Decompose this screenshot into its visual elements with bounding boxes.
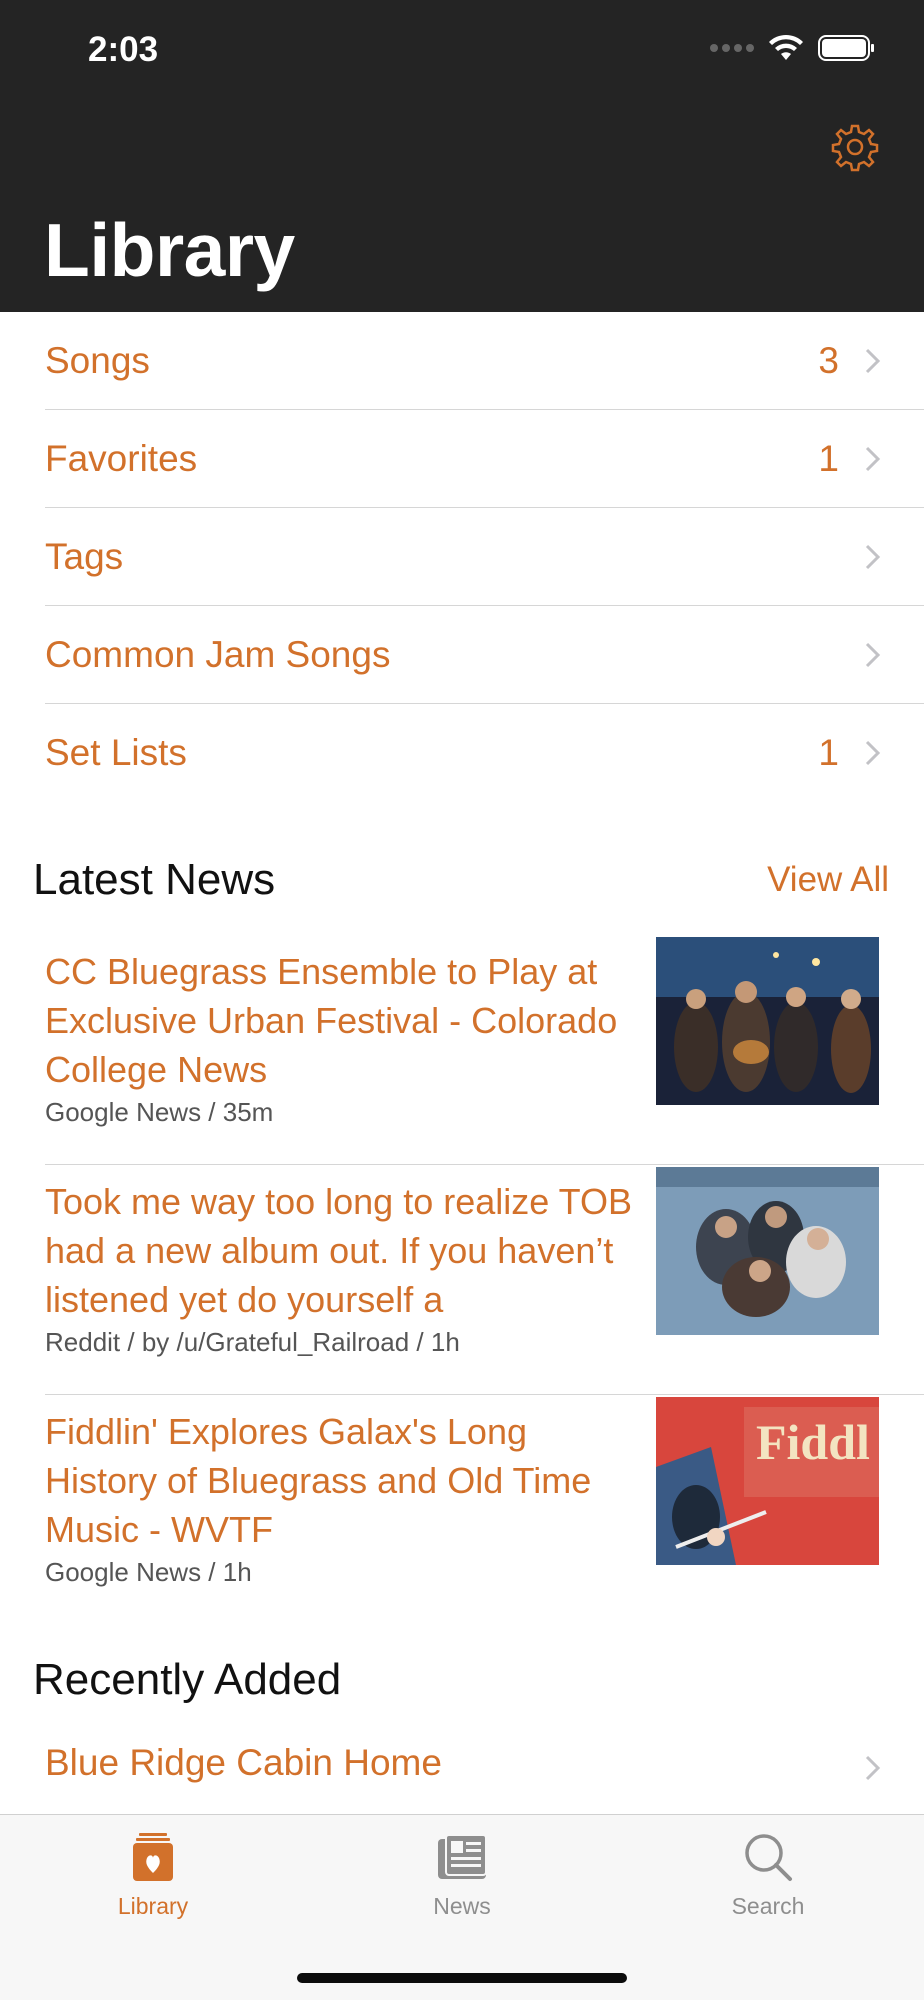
news-thumbnail (656, 1167, 879, 1335)
news-thumbnail: Fiddl (656, 1397, 879, 1565)
news-icon (438, 1834, 487, 1879)
recently-added-item[interactable]: Blue Ridge Cabin Home (0, 1720, 924, 1815)
search-icon (745, 1834, 792, 1881)
news-title: Took me way too long to realize TOB had … (45, 1181, 632, 1320)
news-title: CC Bluegrass Ensemble to Play at Exclusi… (45, 951, 618, 1090)
library-item-count: 1 (818, 732, 839, 773)
cellular-signal-icon (710, 44, 754, 52)
news-item[interactable]: Took me way too long to realize TOB had … (0, 1165, 924, 1395)
tab-label: Search (731, 1893, 805, 1919)
recently-added-label: Blue Ridge Cabin Home (45, 1742, 442, 1783)
status-time: 2:03 (88, 30, 159, 69)
news-item[interactable]: CC Bluegrass Ensemble to Play at Exclusi… (0, 935, 924, 1165)
news-thumbnail (656, 937, 879, 1105)
news-meta: Google News / 1h (45, 1557, 252, 1587)
chevron-right-icon (865, 348, 881, 374)
status-icons (710, 34, 876, 62)
library-item-label: Set Lists (45, 732, 187, 773)
home-indicator[interactable] (297, 1973, 627, 1983)
news-title: Fiddlin' Explores Galax's Long History o… (45, 1411, 592, 1550)
library-item-label: Common Jam Songs (45, 634, 391, 675)
library-item-songs[interactable]: Songs 3 (0, 312, 924, 410)
view-all-link[interactable]: View All (767, 860, 889, 900)
chevron-right-icon (865, 446, 881, 472)
tab-label: News (433, 1893, 491, 1919)
recently-added-heading: Recently Added (33, 1655, 342, 1704)
tab-library[interactable]: Library (53, 1815, 253, 1935)
library-item-common-jam-songs[interactable]: Common Jam Songs (0, 606, 924, 704)
page-title: Library (44, 208, 295, 292)
news-item[interactable]: Fiddlin' Explores Galax's Long History o… (0, 1395, 924, 1625)
gear-icon[interactable] (830, 122, 880, 172)
latest-news-heading: Latest News (33, 855, 276, 904)
library-item-label: Favorites (45, 438, 198, 479)
tab-label: Library (117, 1893, 189, 1919)
library-item-count: 1 (818, 438, 839, 479)
library-item-label: Songs (45, 340, 150, 381)
battery-icon (818, 35, 874, 61)
library-item-count: 3 (818, 340, 839, 381)
chevron-right-icon (865, 1755, 881, 1781)
svg-text:Fiddl: Fiddl (756, 1414, 870, 1470)
chevron-right-icon (865, 642, 881, 668)
library-item-favorites[interactable]: Favorites 1 (0, 410, 924, 508)
tab-search[interactable]: Search (668, 1815, 868, 1935)
news-meta: Google News / 35m (45, 1097, 274, 1127)
library-item-set-lists[interactable]: Set Lists 1 (0, 704, 924, 802)
library-icon (133, 1833, 173, 1881)
tab-news[interactable]: News (362, 1815, 562, 1935)
library-item-label: Tags (45, 536, 124, 577)
news-meta: Reddit / by /u/Grateful_Railroad / 1h (45, 1327, 460, 1357)
wifi-icon (769, 34, 803, 60)
library-item-tags[interactable]: Tags (0, 508, 924, 606)
library-list: Songs 3 Favorites 1 Tags Common Jam Song… (0, 312, 924, 802)
chevron-right-icon (865, 740, 881, 766)
chevron-right-icon (865, 544, 881, 570)
header: 2:03 Library (0, 0, 924, 312)
